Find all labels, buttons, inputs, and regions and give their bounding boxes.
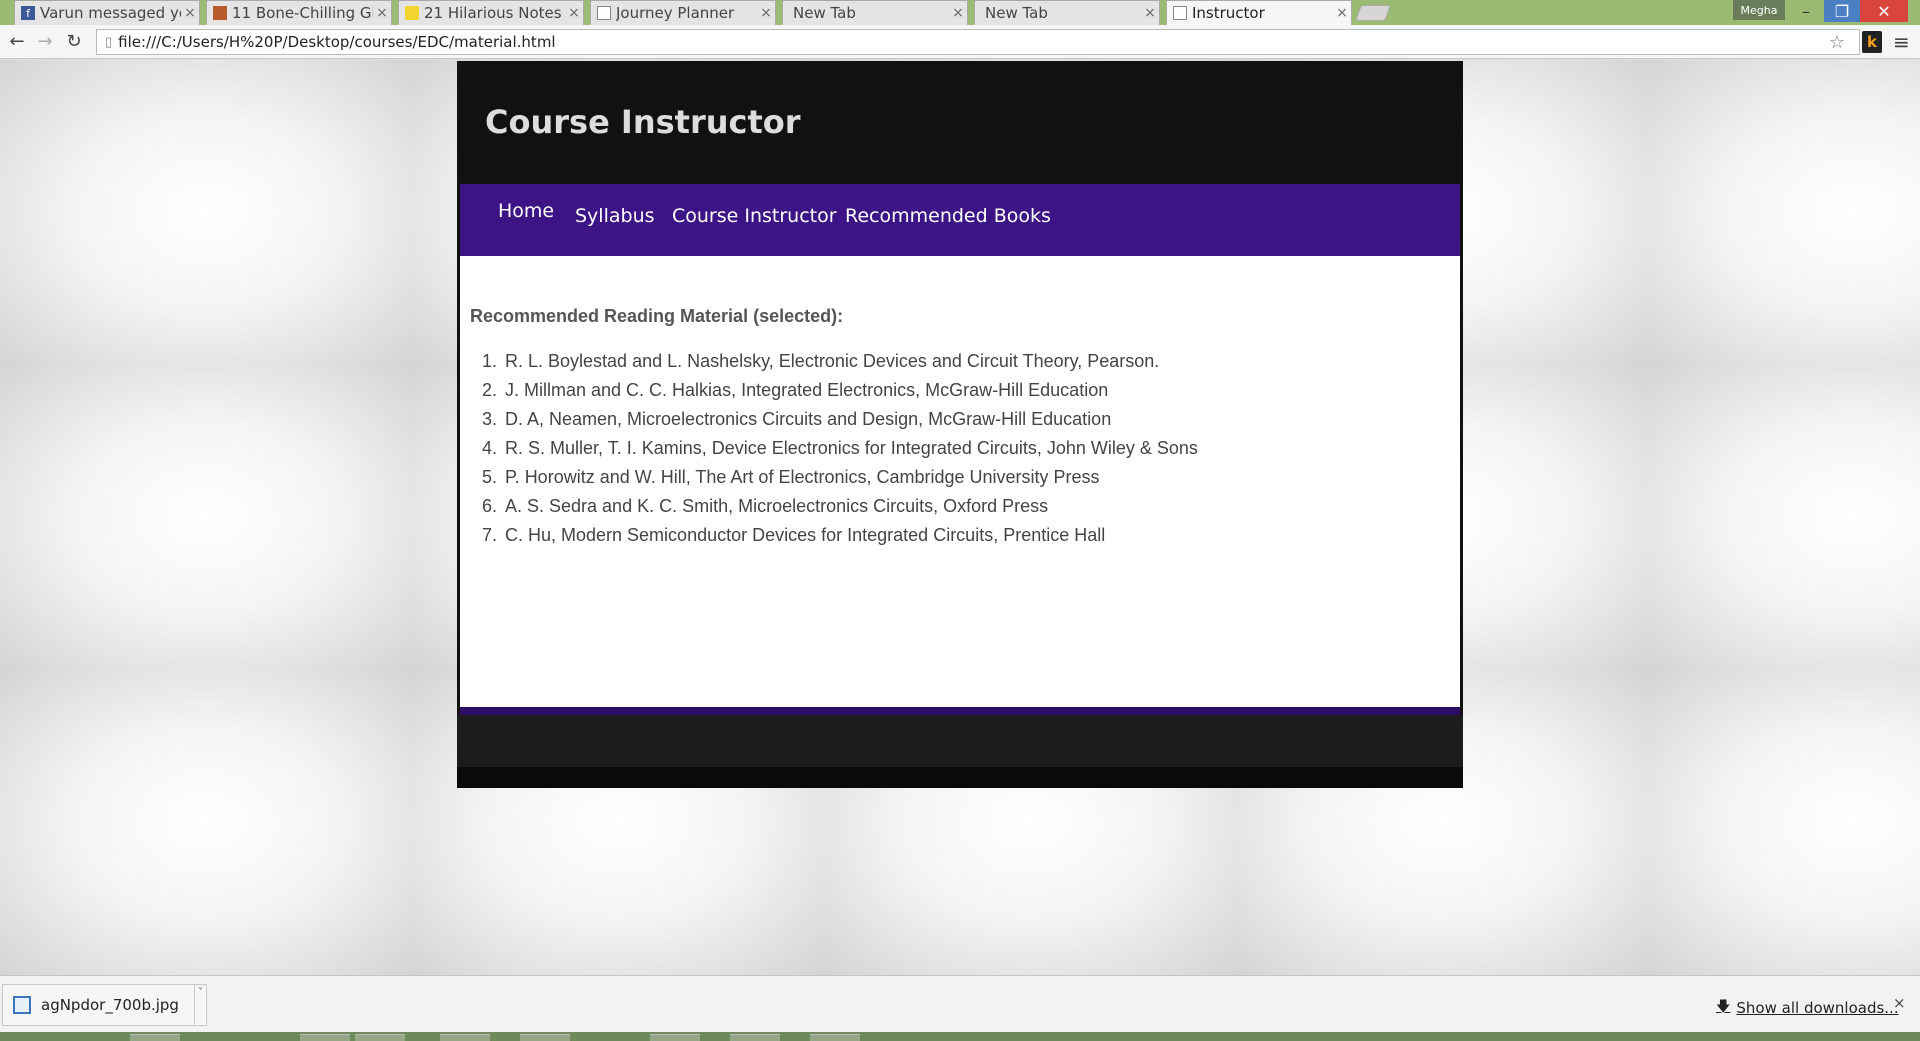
download-filename: agNpdor_700b.jpg — [41, 996, 179, 1014]
taskbar-item[interactable] — [130, 1034, 180, 1041]
image-file-icon — [13, 996, 31, 1014]
list-item: 6. A. S. Sedra and K. C. Smith, Microelec… — [470, 496, 1198, 525]
footer-divider — [460, 707, 1460, 715]
main-content: Recommended Reading Material (selected):… — [460, 256, 1460, 707]
list-item: 2. J. Millman and C. C. Halkias, Integrat… — [470, 380, 1198, 409]
window-close-icon[interactable]: ✕ — [1860, 0, 1908, 22]
tab-title: New Tab — [985, 4, 1048, 22]
tab-close-icon[interactable]: × — [1333, 5, 1351, 21]
reload-icon[interactable]: ↻ — [63, 30, 85, 52]
item-number: 4. — [481, 438, 497, 458]
taskbar-item[interactable] — [810, 1034, 860, 1041]
item-number: 5. — [481, 467, 497, 487]
chevron-down-icon[interactable]: ˅ — [194, 985, 206, 1025]
download-item[interactable]: agNpdor_700b.jpg ˅ — [2, 984, 207, 1026]
site-footer — [457, 715, 1463, 767]
nav-course-instructor[interactable]: Course Instructor — [672, 205, 837, 227]
book-text: D. A, Neamen, Microelectronics Circuits … — [505, 409, 1112, 429]
menu-icon[interactable]: ≡ — [1893, 30, 1910, 54]
tab-close-icon[interactable]: × — [1141, 5, 1159, 21]
maximize-icon[interactable]: ❐ — [1824, 0, 1860, 22]
list-item: 5. P. Horowitz and W. Hill, The Art of El… — [470, 467, 1198, 496]
tab-title: Varun messaged you — [40, 4, 181, 22]
tab-strip: f Varun messaged you × 11 Bone-Chilling … — [0, 0, 1920, 25]
browser-toolbar: ← → ↻ ▯ file:///C:/Users/H%20P/Desktop/c… — [0, 25, 1920, 59]
minimize-icon[interactable]: – — [1788, 0, 1824, 22]
section-heading: Recommended Reading Material (selected): — [470, 306, 844, 326]
tab-close-icon[interactable]: × — [757, 5, 775, 21]
taskbar-item[interactable] — [355, 1034, 405, 1041]
item-number: 1. — [481, 351, 497, 371]
show-all-downloads-link[interactable]: 🡇 Show all downloads... — [1716, 996, 1899, 1020]
tab-new-tab-2[interactable]: New Tab × — [974, 0, 1160, 25]
site-title: Course Instructor — [485, 103, 801, 141]
taskbar-item[interactable] — [520, 1034, 570, 1041]
nav-syllabus[interactable]: Syllabus — [575, 205, 655, 227]
page-icon: ▯ — [105, 34, 113, 50]
tab-new-tab[interactable]: New Tab × — [782, 0, 968, 25]
download-shelf: agNpdor_700b.jpg ˅ 🡇 Show all downloads.… — [0, 975, 1920, 1032]
list-item: 4. R. S. Muller, T. I. Kamins, Device Ele… — [470, 438, 1198, 467]
site-footer-bottom — [457, 767, 1463, 788]
taskbar-item[interactable] — [730, 1034, 780, 1041]
list-item: 1. R. L. Boylestad and L. Nashelsky, Elec… — [470, 351, 1198, 380]
list-item: 7. C. Hu, Modern Semiconductor Devices fo… — [470, 525, 1198, 554]
download-arrow-icon: 🡇 — [1716, 999, 1731, 1015]
buzzfeed-icon — [405, 6, 419, 20]
book-text: C. Hu, Modern Semiconductor Devices for … — [505, 525, 1106, 545]
site-container: Course Instructor Home Syllabus Course I… — [457, 61, 1463, 788]
show-all-label: Show all downloads... — [1736, 999, 1899, 1017]
tab-instructor[interactable]: Instructor × — [1166, 0, 1352, 25]
nav-home[interactable]: Home — [498, 200, 554, 222]
book-text: P. Horowitz and W. Hill, The Art of Elec… — [505, 467, 1100, 487]
tab-close-icon[interactable]: × — [181, 5, 199, 21]
item-number: 3. — [481, 409, 497, 429]
tab-close-icon[interactable]: × — [565, 5, 583, 21]
item-number: 2. — [481, 380, 497, 400]
tab-title: New Tab — [793, 4, 856, 22]
article-icon — [213, 6, 227, 20]
tab-title: Journey Planner — [616, 4, 735, 22]
item-number: 7. — [481, 525, 497, 545]
site-nav: Home Syllabus Course Instructor Recommen… — [460, 184, 1460, 256]
item-number: 6. — [481, 496, 497, 516]
tab-article[interactable]: 11 Bone-Chilling Gho × — [206, 0, 392, 25]
book-text: J. Millman and C. C. Halkias, Integrated… — [505, 380, 1109, 400]
tab-buzzfeed[interactable]: 21 Hilarious Notes Fr × — [398, 0, 584, 25]
taskbar-item[interactable] — [650, 1034, 700, 1041]
book-text: R. L. Boylestad and L. Nashelsky, Electr… — [505, 351, 1160, 371]
taskbar-item[interactable] — [300, 1034, 350, 1041]
book-text: R. S. Muller, T. I. Kamins, Device Elect… — [505, 438, 1198, 458]
nav-recommended-books[interactable]: Recommended Books — [845, 205, 1051, 227]
profile-badge[interactable]: Megha — [1733, 0, 1785, 20]
bookmark-star-icon[interactable]: ☆ — [1829, 32, 1845, 53]
close-icon[interactable]: × — [1893, 994, 1906, 1012]
forward-icon[interactable]: → — [34, 30, 56, 52]
new-tab-button[interactable] — [1355, 5, 1391, 21]
tab-title: Instructor — [1192, 4, 1265, 22]
tab-close-icon[interactable]: × — [949, 5, 967, 21]
back-icon[interactable]: ← — [6, 30, 28, 52]
taskbar — [0, 1032, 1920, 1041]
extension-icon[interactable]: k — [1862, 31, 1882, 53]
page-icon — [597, 6, 611, 20]
taskbar-item[interactable] — [440, 1034, 490, 1041]
address-bar[interactable]: ▯ file:///C:/Users/H%20P/Desktop/courses… — [96, 29, 1860, 55]
list-item: 3. D. A, Neamen, Microelectronics Circuit… — [470, 409, 1198, 438]
tab-journey-planner[interactable]: Journey Planner × — [590, 0, 776, 25]
address-text: file:///C:/Users/H%20P/Desktop/courses/E… — [118, 33, 556, 51]
site-header: Course Instructor — [457, 61, 1463, 184]
tab-close-icon[interactable]: × — [373, 5, 391, 21]
tab-title: 21 Hilarious Notes Fr — [424, 4, 565, 22]
book-text: A. S. Sedra and K. C. Smith, Microelectr… — [505, 496, 1049, 516]
page-icon — [1173, 6, 1187, 20]
tab-title: 11 Bone-Chilling Gho — [232, 4, 373, 22]
tab-facebook[interactable]: f Varun messaged you × — [14, 0, 200, 25]
book-list: 1. R. L. Boylestad and L. Nashelsky, Elec… — [470, 351, 1198, 554]
facebook-icon: f — [21, 6, 35, 20]
